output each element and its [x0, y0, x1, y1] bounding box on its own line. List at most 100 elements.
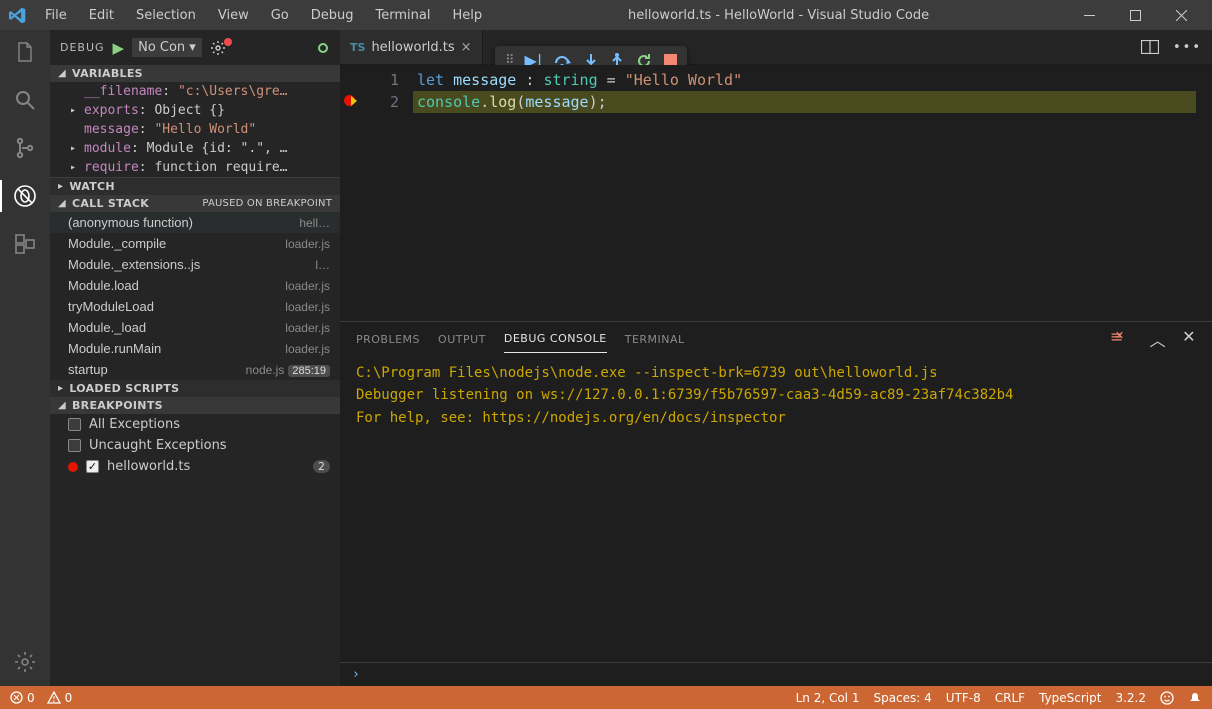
start-debug-button[interactable]: ▶ — [113, 39, 125, 57]
debug-settings-button[interactable] — [210, 40, 226, 56]
panel-close-icon[interactable]: ✕ — [1182, 327, 1196, 351]
settings-gear-icon[interactable] — [11, 648, 39, 676]
section-breakpoints-label: BREAKPOINTS — [72, 399, 163, 412]
debug-icon[interactable] — [11, 182, 39, 210]
section-breakpoints-header[interactable]: ◢ BREAKPOINTS — [50, 397, 340, 414]
section-loaded-scripts-label: LOADED SCRIPTS — [69, 382, 179, 395]
section-callstack-body: (anonymous function)hell… Module._compil… — [50, 212, 340, 380]
stack-frame[interactable]: tryModuleLoadloader.js — [50, 296, 340, 317]
menu-debug[interactable]: Debug — [302, 4, 363, 27]
variable-row[interactable]: ▸module: Module {id: ".", … — [50, 139, 340, 158]
breakpoint-row[interactable]: All Exceptions — [50, 414, 340, 435]
breakpoint-line-badge: 2 — [313, 460, 330, 473]
typescript-file-icon: TS — [350, 41, 365, 54]
minimap[interactable] — [1196, 65, 1212, 321]
breakpoint-dot-icon — [68, 462, 78, 472]
tab-output[interactable]: OUTPUT — [438, 333, 486, 353]
tab-label: helloworld.ts — [371, 40, 454, 55]
debug-console-input[interactable]: › — [340, 662, 1212, 686]
panel-collapse-icon[interactable]: ︿ — [1150, 327, 1167, 351]
section-breakpoints-body: All Exceptions Uncaught Exceptions ✓hell… — [50, 414, 340, 477]
breakpoint-row[interactable]: ✓helloworld.ts2 — [50, 456, 340, 477]
stack-frame[interactable]: startupnode.js285:19 — [50, 359, 340, 380]
status-language[interactable]: TypeScript — [1039, 691, 1101, 705]
checkbox[interactable] — [68, 439, 81, 452]
expand-icon[interactable]: ▸ — [68, 143, 78, 154]
tab-debug-console[interactable]: DEBUG CONSOLE — [504, 332, 607, 353]
variable-row[interactable]: message: "Hello World" — [50, 120, 340, 139]
status-line-col[interactable]: Ln 2, Col 1 — [796, 691, 860, 705]
glyph-margin[interactable] — [340, 65, 358, 321]
search-icon[interactable] — [11, 86, 39, 114]
vscode-logo-icon — [8, 6, 26, 24]
editor-actions: ••• — [1131, 30, 1212, 64]
menu-file[interactable]: File — [36, 4, 76, 27]
debug-config-select[interactable]: No Con ▾ — [132, 38, 202, 57]
variable-row[interactable]: __filename: "c:\Users\gre… — [50, 82, 340, 101]
chevron-down-icon: ◢ — [58, 400, 66, 411]
minimize-button[interactable] — [1066, 0, 1112, 30]
menu-edit[interactable]: Edit — [80, 4, 123, 27]
section-variables-header[interactable]: ◢ VARIABLES — [50, 65, 340, 82]
checkbox[interactable]: ✓ — [86, 460, 99, 473]
code-content[interactable]: let message : string = "Hello World" con… — [413, 65, 1196, 321]
status-encoding[interactable]: UTF-8 — [946, 691, 981, 705]
status-warnings[interactable]: 0 — [47, 691, 73, 705]
stack-frame[interactable]: Module._compileloader.js — [50, 233, 340, 254]
split-editor-icon[interactable] — [1141, 40, 1159, 54]
close-button[interactable] — [1158, 0, 1204, 30]
stack-frame[interactable]: Module.loadloader.js — [50, 275, 340, 296]
menu-go[interactable]: Go — [262, 4, 298, 27]
code-editor[interactable]: 1 2 let message : string = "Hello World"… — [340, 65, 1212, 321]
section-callstack-header[interactable]: ◢ CALL STACK PAUSED ON BREAKPOINT — [50, 195, 340, 212]
status-bar: 0 0 Ln 2, Col 1 Spaces: 4 UTF-8 CRLF Typ… — [0, 686, 1212, 709]
chevron-right-icon: ▸ — [58, 383, 63, 394]
menu-terminal[interactable]: Terminal — [367, 4, 440, 27]
section-loaded-scripts-header[interactable]: ▸ LOADED SCRIPTS — [50, 380, 340, 397]
window-title: helloworld.ts - HelloWorld - Visual Stud… — [495, 8, 1062, 23]
status-errors[interactable]: 0 — [10, 691, 35, 705]
tab-helloworld[interactable]: TS helloworld.ts × — [340, 30, 483, 64]
variable-row[interactable]: ▸exports: Object {} — [50, 101, 340, 120]
breakpoint-current-icon[interactable] — [344, 95, 355, 106]
debug-config-name: No Con — [138, 40, 185, 55]
close-tab-icon[interactable]: × — [461, 40, 472, 55]
notifications-icon[interactable] — [1188, 691, 1202, 705]
debug-console-toggle-icon[interactable] — [318, 43, 328, 53]
status-eol[interactable]: CRLF — [995, 691, 1025, 705]
expand-icon[interactable]: ▸ — [68, 105, 78, 116]
stack-frame[interactable]: Module._loadloader.js — [50, 317, 340, 338]
extensions-icon[interactable] — [11, 230, 39, 258]
panel-tabs: PROBLEMS OUTPUT DEBUG CONSOLE TERMINAL ≡… — [340, 322, 1212, 356]
debug-console-output[interactable]: C:\Program Files\nodejs\node.exe --inspe… — [340, 356, 1212, 662]
status-indent[interactable]: Spaces: 4 — [873, 691, 931, 705]
expand-icon[interactable]: ▸ — [68, 162, 78, 173]
tab-terminal[interactable]: TERMINAL — [625, 333, 685, 353]
section-callstack-label: CALL STACK — [72, 197, 149, 210]
source-control-icon[interactable] — [11, 134, 39, 162]
feedback-icon[interactable] — [1160, 691, 1174, 705]
stack-frame[interactable]: Module._extensions..jsl… — [50, 254, 340, 275]
maximize-button[interactable] — [1112, 0, 1158, 30]
menu-view[interactable]: View — [209, 4, 258, 27]
explorer-icon[interactable] — [11, 38, 39, 66]
panel: PROBLEMS OUTPUT DEBUG CONSOLE TERMINAL ≡… — [340, 321, 1212, 686]
status-ts-version[interactable]: 3.2.2 — [1115, 691, 1146, 705]
checkbox[interactable] — [68, 418, 81, 431]
variable-row[interactable]: ▸require: function require… — [50, 158, 340, 177]
callstack-status: PAUSED ON BREAKPOINT — [202, 198, 332, 209]
config-error-dot-icon — [224, 38, 232, 46]
clear-console-icon[interactable]: ≡✕ — [1110, 327, 1134, 351]
more-actions-icon[interactable]: ••• — [1173, 40, 1202, 55]
editor-tabs: TS helloworld.ts × ••• — [340, 30, 1212, 65]
prompt-icon: › — [352, 667, 360, 682]
breakpoint-row[interactable]: Uncaught Exceptions — [50, 435, 340, 456]
menu-selection[interactable]: Selection — [127, 4, 205, 27]
tab-problems[interactable]: PROBLEMS — [356, 333, 420, 353]
menu-help[interactable]: Help — [443, 4, 491, 27]
line-numbers: 1 2 — [358, 65, 413, 321]
stack-frame[interactable]: (anonymous function)hell… — [50, 212, 340, 233]
section-watch-header[interactable]: ▸ WATCH — [50, 177, 340, 195]
chevron-down-icon: ◢ — [58, 68, 66, 79]
stack-frame[interactable]: Module.runMainloader.js — [50, 338, 340, 359]
